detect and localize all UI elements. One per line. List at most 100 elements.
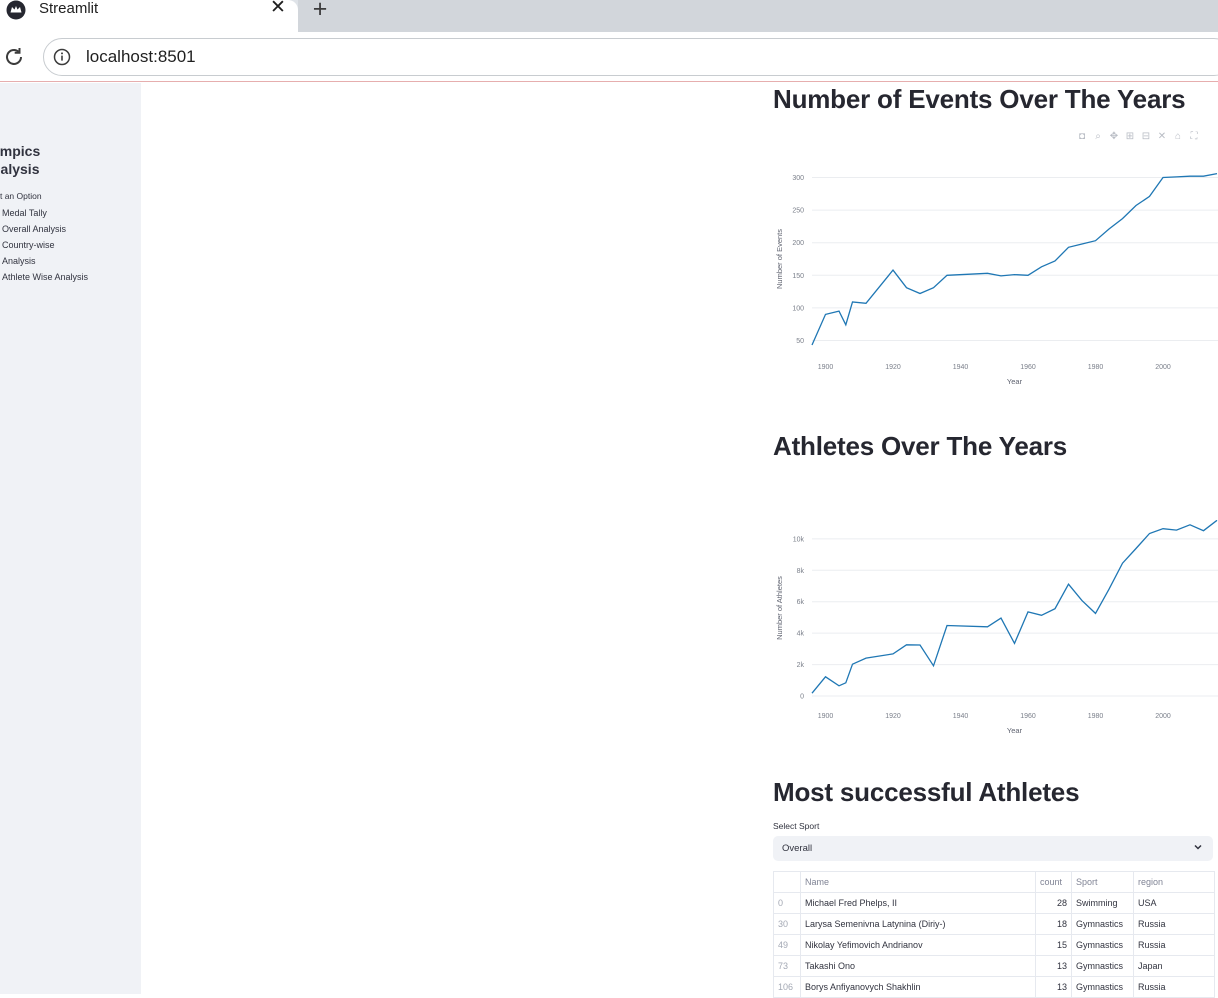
column-header-region[interactable]: region [1133, 871, 1215, 893]
new-tab-icon[interactable]: + [308, 0, 332, 22]
radio-option-country-wise[interactable]: Country-wise [2, 240, 55, 250]
sidebar-title-line1: ympics [0, 143, 41, 159]
radio-option-athlete-wise[interactable]: Athlete Wise Analysis [2, 272, 88, 282]
y-axis-label: Number of Events [775, 229, 784, 289]
table-row[interactable]: 30 Larysa Semenivna Latynina (Diriy-) 18… [773, 913, 1215, 935]
reload-icon[interactable] [2, 45, 26, 69]
camera-icon[interactable]: ◘ [1076, 131, 1088, 143]
successful-athletes-heading: Most successful Athletes [773, 777, 1080, 807]
autoscale-icon[interactable]: ✕ [1156, 131, 1168, 143]
table-row[interactable]: 0 Michael Fred Phelps, II 28 Swimming US… [773, 892, 1215, 914]
x-tick-label: 1960 [1020, 713, 1036, 720]
tab-strip [298, 0, 1218, 32]
x-tick-label: 1900 [818, 713, 834, 720]
sidebar [0, 83, 141, 994]
table-row[interactable]: 106 Borys Anfiyanovych Shakhlin 13 Gymna… [773, 976, 1215, 998]
home-icon[interactable]: ⌂ [1172, 131, 1184, 143]
row-index: 73 [773, 955, 801, 977]
fullscreen-icon[interactable]: ⛶ [1188, 131, 1200, 143]
y-tick-label: 200 [792, 240, 804, 247]
info-icon[interactable] [53, 48, 71, 66]
sport-select[interactable]: Overall [773, 836, 1213, 861]
browser-tab[interactable]: Streamlit ✕ [0, 0, 298, 32]
table-row[interactable]: 49 Nikolay Yefimovich Andrianov 15 Gymna… [773, 934, 1215, 956]
x-tick-label: 1920 [885, 364, 901, 371]
events-chart[interactable]: 50 100 150 200 250 300 1900 1920 1940 1960 1980 200… [773, 155, 1218, 395]
row-index: 49 [773, 934, 801, 956]
sport: Gymnastics [1071, 976, 1134, 998]
column-header-name[interactable]: Name [800, 871, 1036, 893]
x-tick-label: 1940 [953, 713, 969, 720]
sport-select-label: Select Sport [773, 821, 820, 831]
y-tick-label: 10k [793, 536, 805, 543]
radio-option-medal-tally[interactable]: Medal Tally [2, 208, 47, 218]
y-tick-label: 4k [797, 631, 805, 638]
sport: Gymnastics [1071, 955, 1134, 977]
tab-title: Streamlit [39, 0, 99, 17]
row-index: 30 [773, 913, 801, 935]
athletes-chart[interactable]: 0 2k 4k 6k 8k 10k 1900 1920 1940 1960 1980 2000 Year… [773, 520, 1218, 742]
athlete-name: Nikolay Yefimovich Andrianov [800, 934, 1036, 956]
sidebar-title-line2: nalysis [0, 161, 40, 177]
pan-icon[interactable]: ✥ [1108, 131, 1120, 143]
series-line [811, 172, 1218, 346]
table-row[interactable]: 73 Takashi Ono 13 Gymnastics Japan [773, 955, 1215, 977]
x-tick-label: 1960 [1020, 364, 1036, 371]
sidebar-title: ympics nalysis [0, 142, 132, 178]
athlete-name: Borys Anfiyanovych Shakhlin [800, 976, 1036, 998]
medal-count: 18 [1035, 913, 1072, 935]
medal-count: 28 [1035, 892, 1072, 914]
column-header-count[interactable]: count [1035, 871, 1072, 893]
x-tick-label: 1900 [818, 364, 834, 371]
y-tick-label: 250 [792, 208, 804, 215]
table-header-row: Name count Sport region [773, 871, 1215, 893]
column-header-index[interactable] [773, 871, 801, 893]
medal-count: 15 [1035, 934, 1072, 956]
y-tick-label: 2k [797, 662, 805, 669]
series-line [811, 520, 1218, 694]
region: Japan [1133, 955, 1215, 977]
athletes-heading: Athletes Over The Years [773, 431, 1068, 461]
x-axis-label: Year [1007, 377, 1023, 386]
column-header-sport[interactable]: Sport [1071, 871, 1134, 893]
radio-option-overall-analysis[interactable]: Overall Analysis [2, 224, 66, 234]
medal-count: 13 [1035, 976, 1072, 998]
chart-modebar: ◘ ⌕ ✥ ⊞ ⊟ ✕ ⌂ ⛶ [1076, 130, 1200, 144]
athlete-name: Takashi Ono [800, 955, 1036, 977]
events-heading: Number of Events Over The Years [773, 84, 1186, 114]
close-tab-icon[interactable]: ✕ [268, 0, 288, 18]
medal-count: 13 [1035, 955, 1072, 977]
sport-select-value: Overall [782, 843, 813, 854]
x-tick-label: 1920 [885, 713, 901, 720]
y-tick-label: 50 [796, 338, 804, 345]
y-tick-label: 150 [792, 273, 804, 280]
zoom-in-icon[interactable]: ⊞ [1124, 131, 1136, 143]
row-index: 0 [773, 892, 801, 914]
y-tick-label: 6k [797, 599, 805, 606]
y-tick-label: 300 [792, 175, 804, 182]
url-text[interactable]: localhost:8501 [86, 47, 196, 67]
row-index: 106 [773, 976, 801, 998]
radio-option-country-wise-cont[interactable]: Analysis [2, 256, 36, 266]
chevron-down-icon [1194, 844, 1202, 850]
y-tick-label: 8k [797, 568, 805, 575]
region: Russia [1133, 913, 1215, 935]
athlete-name: Larysa Semenivna Latynina (Diriy-) [800, 913, 1036, 935]
x-tick-label: 2000 [1155, 713, 1171, 720]
radio-group-label: ect an Option [0, 191, 42, 201]
x-axis-label: Year [1007, 726, 1023, 735]
sport: Gymnastics [1071, 913, 1134, 935]
address-bar[interactable] [43, 38, 1218, 76]
x-tick-label: 2000 [1155, 364, 1171, 371]
athletes-table[interactable]: Name count Sport region 0 Michael Fred P… [773, 871, 1215, 998]
sport: Swimming [1071, 892, 1134, 914]
region: USA [1133, 892, 1215, 914]
zoom-out-icon[interactable]: ⊟ [1140, 131, 1152, 143]
region: Russia [1133, 976, 1215, 998]
y-tick-label: 100 [792, 305, 804, 312]
sport: Gymnastics [1071, 934, 1134, 956]
x-tick-label: 1980 [1088, 364, 1104, 371]
zoom-icon[interactable]: ⌕ [1092, 131, 1104, 143]
region: Russia [1133, 934, 1215, 956]
x-tick-label: 1940 [953, 364, 969, 371]
